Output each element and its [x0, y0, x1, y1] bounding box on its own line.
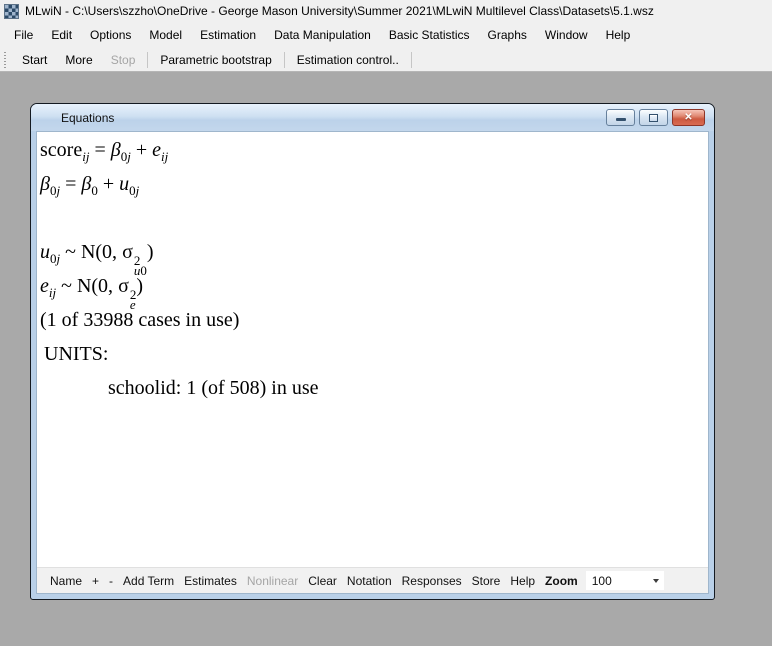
close-icon: ✕: [684, 113, 692, 123]
app-titlebar[interactable]: MLwiN - C:\Users\szzho\OneDrive - George…: [0, 0, 772, 22]
clear-button[interactable]: Clear: [303, 574, 342, 588]
start-button[interactable]: Start: [13, 50, 56, 70]
estimation-control-button[interactable]: Estimation control..: [288, 50, 408, 70]
zoom-combobox[interactable]: 100: [586, 571, 664, 590]
zoom-value: 100: [592, 574, 612, 588]
notation-button[interactable]: Notation: [342, 574, 397, 588]
window-controls: ✕: [606, 109, 705, 126]
equation-line[interactable]: (1 of 33988 cases in use): [40, 303, 708, 337]
menu-data-manipulation[interactable]: Data Manipulation: [265, 23, 380, 47]
equation-line[interactable]: eij ~ N(0, σ2e): [40, 269, 708, 303]
equations-window-title: Equations: [61, 111, 114, 125]
chevron-down-icon: [653, 579, 659, 583]
menu-edit[interactable]: Edit: [42, 23, 81, 47]
toolbar-grip[interactable]: [4, 52, 9, 68]
equation-line[interactable]: [40, 201, 708, 235]
equation-line[interactable]: schoolid: 1 (of 508) in use: [40, 371, 708, 405]
equation-line[interactable]: u0j ~ N(0, σ2u0): [40, 235, 708, 269]
menu-estimation[interactable]: Estimation: [191, 23, 265, 47]
menu-graphs[interactable]: Graphs: [479, 23, 536, 47]
estimates-button[interactable]: Estimates: [179, 574, 242, 588]
maximize-icon: [649, 114, 658, 122]
menubar: File Edit Options Model Estimation Data …: [0, 22, 772, 48]
app-title: MLwiN - C:\Users\szzho\OneDrive - George…: [25, 4, 654, 18]
equation-line[interactable]: β0j = β0 + u0j: [40, 167, 708, 201]
minimize-button[interactable]: [606, 109, 635, 126]
equations-window-body: scoreij = β0j + eijβ0j = β0 + u0j u0j ~ N…: [36, 131, 709, 594]
zoom-label[interactable]: Zoom: [540, 574, 583, 588]
equations-bottom-toolbar: Name + - Add Term Estimates Nonlinear Cl…: [37, 567, 708, 593]
stop-button[interactable]: Stop: [102, 50, 145, 70]
help-button[interactable]: Help: [505, 574, 540, 588]
toolbar-separator: [411, 52, 412, 68]
equation-area[interactable]: scoreij = β0j + eijβ0j = β0 + u0j u0j ~ N…: [37, 132, 708, 567]
nonlinear-button[interactable]: Nonlinear: [242, 574, 303, 588]
store-button[interactable]: Store: [467, 574, 506, 588]
close-button[interactable]: ✕: [672, 109, 705, 126]
toolbar: Start More Stop Parametric bootstrap Est…: [0, 48, 772, 72]
menu-window[interactable]: Window: [536, 23, 597, 47]
responses-button[interactable]: Responses: [397, 574, 467, 588]
equation-line[interactable]: scoreij = β0j + eij: [40, 133, 708, 167]
equation-line[interactable]: UNITS:: [40, 337, 708, 371]
more-button[interactable]: More: [56, 50, 101, 70]
maximize-button[interactable]: [639, 109, 668, 126]
equations-window-titlebar[interactable]: Equations ✕: [31, 104, 714, 131]
equations-window: Equations ✕ scoreij = β0j + eijβ0j = β0 …: [30, 103, 715, 600]
menu-options[interactable]: Options: [81, 23, 140, 47]
add-term-button[interactable]: Add Term: [118, 574, 179, 588]
menu-file[interactable]: File: [5, 23, 42, 47]
minus-button[interactable]: -: [104, 574, 118, 588]
mlwin-app-icon: [4, 4, 19, 19]
client-area: Equations ✕ scoreij = β0j + eijβ0j = β0 …: [0, 72, 772, 646]
menu-help[interactable]: Help: [597, 23, 640, 47]
toolbar-separator: [147, 52, 148, 68]
name-button[interactable]: Name: [45, 574, 87, 588]
parametric-bootstrap-button[interactable]: Parametric bootstrap: [151, 50, 280, 70]
toolbar-separator: [284, 52, 285, 68]
menu-basic-statistics[interactable]: Basic Statistics: [380, 23, 479, 47]
plus-button[interactable]: +: [87, 574, 104, 588]
minimize-icon: [616, 118, 626, 121]
menu-model[interactable]: Model: [140, 23, 191, 47]
